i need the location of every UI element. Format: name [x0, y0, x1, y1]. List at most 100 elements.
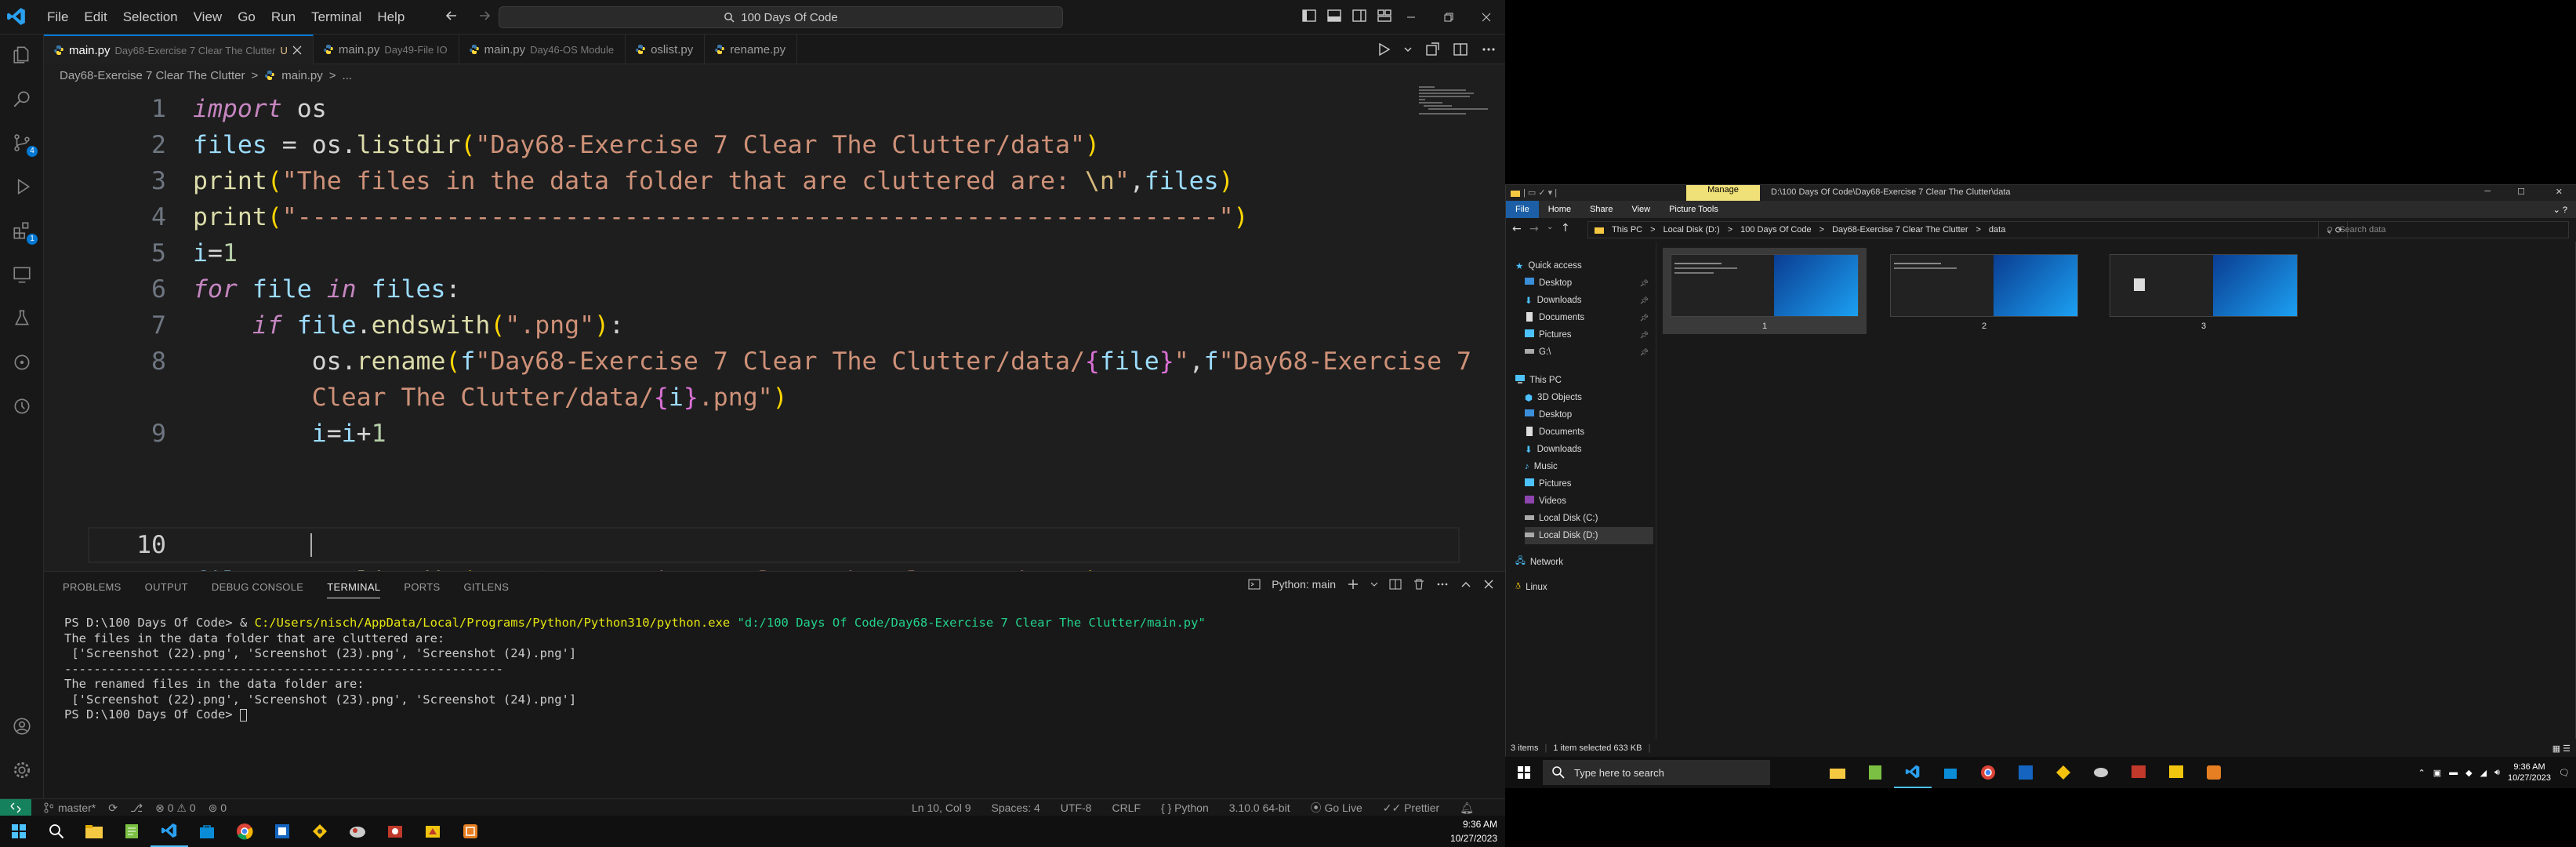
path-day68[interactable]: Day68-Exercise 7 Clear The Clutter: [1832, 225, 1968, 234]
language-mode[interactable]: { } Python: [1161, 802, 1209, 814]
chevron-up-icon[interactable]: ⌃: [2418, 768, 2425, 778]
run-debug-icon[interactable]: [9, 174, 34, 199]
nav-qa-desktop[interactable]: Desktop 📌︎: [1525, 274, 1653, 292]
taskbar-clock[interactable]: 9:36 AM 10/27/2023: [1450, 817, 1497, 845]
vscode-logo-icon[interactable]: [6, 6, 27, 27]
close-icon[interactable]: [1468, 0, 1505, 35]
trash-icon[interactable]: [1413, 578, 1425, 591]
view-toggle-icons[interactable]: ▦ ☰: [2552, 743, 2576, 754]
nav-local-disk-c[interactable]: Local Disk (C:): [1525, 510, 1653, 527]
vscode-taskbar-icon[interactable]: [1894, 757, 1932, 788]
split-editor-icon[interactable]: [1452, 41, 1469, 58]
maximize-icon[interactable]: ☐: [2517, 187, 2525, 197]
more-actions-icon[interactable]: [1436, 578, 1449, 591]
nav-music[interactable]: ♪ Music: [1525, 458, 1653, 475]
encoding[interactable]: UTF-8: [1061, 802, 1092, 814]
back-arrow-icon[interactable]: ←: [1512, 223, 1522, 235]
nav-documents[interactable]: Documents: [1525, 424, 1653, 441]
restore-icon[interactable]: [1430, 0, 1468, 35]
nav-qa-downloads[interactable]: ⬇ Downloads 📌︎: [1525, 292, 1653, 309]
prettier[interactable]: ✓✓ Prettier: [1383, 802, 1439, 815]
ribbon-share[interactable]: Share: [1580, 205, 1622, 214]
file-thumbnail[interactable]: 3: [2102, 248, 2306, 334]
tray-app-icon[interactable]: ◆: [2465, 768, 2472, 778]
gitlens-icon[interactable]: [9, 350, 34, 375]
nav-this-pc[interactable]: This PC: [1515, 372, 1653, 389]
vscode-taskbar-icon[interactable]: [151, 816, 188, 847]
menu-file[interactable]: File: [39, 0, 76, 35]
app-icon[interactable]: [2120, 757, 2157, 788]
close-panel-icon[interactable]: [1483, 579, 1494, 590]
ribbon-view[interactable]: View: [1622, 205, 1660, 214]
tab-main-day68[interactable]: main.py Day68-Exercise 7 Clear The Clutt…: [44, 35, 314, 64]
nav-qa-documents[interactable]: Documents 📌︎: [1525, 309, 1653, 326]
app-icon[interactable]: [452, 816, 489, 847]
tab-debug-console[interactable]: DEBUG CONSOLE: [212, 581, 303, 593]
cursor-position[interactable]: Ln 10, Col 9: [912, 802, 971, 814]
tray-app-icon[interactable]: ▬: [2449, 768, 2458, 777]
volume-icon[interactable]: 🔊︎: [2494, 768, 2500, 778]
menu-edit[interactable]: Edit: [76, 0, 114, 35]
nav-network[interactable]: 🖧︎ Network: [1515, 554, 1653, 571]
go-live[interactable]: ⦿ Go Live: [1311, 800, 1362, 816]
menu-help[interactable]: Help: [369, 0, 412, 35]
notification-center-icon[interactable]: 🗨︎: [2559, 768, 2570, 778]
nav-pictures[interactable]: Pictures: [1525, 475, 1653, 493]
app-icon[interactable]: [376, 816, 414, 847]
git-branch[interactable]: master*: [58, 802, 96, 814]
tab-problems[interactable]: PROBLEMS: [63, 581, 122, 593]
remote-explorer-icon[interactable]: [9, 262, 34, 287]
tab-oslist[interactable]: oslist.py: [626, 35, 706, 64]
app-icon[interactable]: [414, 816, 452, 847]
menu-run[interactable]: Run: [263, 0, 303, 35]
customize-layout-icon[interactable]: [1377, 8, 1392, 24]
breadcrumb-folder[interactable]: Day68-Exercise 7 Clear The Clutter: [60, 69, 245, 82]
settings-gear-icon[interactable]: [9, 758, 34, 783]
ribbon-file[interactable]: File: [1506, 201, 1539, 218]
nav-quick-access[interactable]: ★ Quick access: [1515, 257, 1653, 274]
store-icon[interactable]: [1932, 757, 1969, 788]
windows-start-icon[interactable]: [1505, 757, 1543, 788]
path-this-pc[interactable]: This PC: [1612, 225, 1642, 234]
nav-desktop[interactable]: Desktop: [1525, 406, 1653, 424]
run-python-icon[interactable]: [1375, 41, 1392, 58]
menu-go[interactable]: Go: [230, 0, 263, 35]
forward-arrow-icon[interactable]: [477, 8, 492, 24]
menu-view[interactable]: View: [186, 0, 230, 35]
ports-indicator[interactable]: ⊚ 0: [209, 802, 227, 815]
app-icon[interactable]: [339, 816, 376, 847]
tab-output[interactable]: OUTPUT: [145, 581, 188, 593]
minimize-icon[interactable]: ─: [2484, 187, 2491, 196]
split-terminal-icon[interactable]: [1389, 578, 1402, 591]
maximize-panel-icon[interactable]: [1460, 578, 1472, 591]
ribbon-picture-tools[interactable]: Picture Tools: [1660, 205, 1728, 214]
quick-access-toolbar[interactable]: | ▭ ✓ ▾ |: [1523, 187, 1557, 198]
remote-indicator-icon[interactable]: [0, 799, 31, 816]
more-actions-icon[interactable]: [1480, 41, 1497, 58]
file-explorer-icon[interactable]: [1819, 757, 1856, 788]
network-icon[interactable]: ◢: [2480, 768, 2487, 778]
ribbon-home[interactable]: Home: [1539, 205, 1580, 214]
testing-icon[interactable]: [9, 306, 34, 331]
sync-icon[interactable]: ⟳: [108, 802, 118, 815]
minimap[interactable]: [1417, 85, 1488, 116]
back-arrow-icon[interactable]: [444, 8, 459, 24]
open-changes-icon[interactable]: [1424, 41, 1441, 58]
search-icon[interactable]: [38, 816, 75, 847]
explorer-icon[interactable]: [9, 42, 34, 67]
nav-qa-g-drive[interactable]: G:\ 📌︎: [1525, 344, 1653, 361]
chrome-icon[interactable]: [1969, 757, 2007, 788]
toggle-panel-icon[interactable]: [1326, 8, 1342, 24]
notepad-icon[interactable]: [113, 816, 151, 847]
explorer-search-box[interactable]: ⚲ Search data: [2318, 221, 2569, 238]
command-center[interactable]: 100 Days Of Code: [499, 6, 1063, 28]
timeline-icon[interactable]: [9, 394, 34, 419]
chevron-down-icon[interactable]: [1370, 578, 1378, 591]
code-editor[interactable]: 1 2 3 4 5 6 7 8 9 10 11 12 import osfile…: [44, 85, 1471, 631]
app-icon[interactable]: [2082, 757, 2120, 788]
tray-app-icon[interactable]: ▣: [2433, 768, 2441, 778]
toggle-sidebar-icon[interactable]: [1301, 8, 1317, 24]
breadcrumb-symbols[interactable]: ...: [343, 69, 353, 82]
expand-ribbon-icon[interactable]: ⌄ ?: [2544, 205, 2576, 215]
tab-main-day49[interactable]: main.py Day49-File IO: [314, 35, 459, 64]
